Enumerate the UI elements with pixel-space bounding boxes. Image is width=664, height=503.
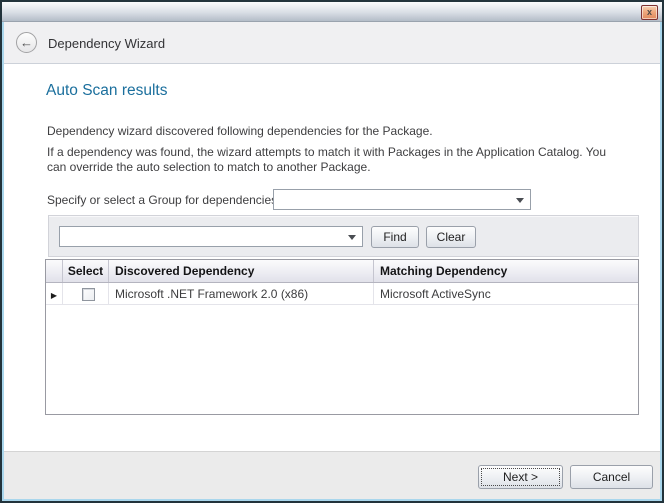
footer-bar: Next > Cancel (4, 451, 660, 499)
description-line-1: Dependency wizard discovered following d… (47, 124, 627, 139)
table-row[interactable]: ▶ Microsoft .NET Framework 2.0 (x86) Mic… (46, 283, 638, 305)
find-button[interactable]: Find (371, 226, 419, 248)
page-title: Auto Scan results (46, 82, 167, 100)
row-selector-icon: ▶ (51, 291, 57, 300)
dropdown-arrow-icon[interactable] (516, 198, 524, 203)
dependencies-table: Select Discovered Dependency Matching De… (45, 259, 639, 415)
row-selector-column-header (46, 260, 63, 282)
clear-button[interactable]: Clear (426, 226, 476, 248)
back-arrow-icon: ← (20, 35, 33, 50)
discovered-dependency-cell[interactable]: Microsoft .NET Framework 2.0 (x86) (109, 283, 374, 304)
search-panel: Find Clear (48, 215, 639, 257)
matching-dependency-cell[interactable]: Microsoft ActiveSync (374, 283, 638, 304)
select-cell (63, 283, 109, 304)
column-header-matching-dependency[interactable]: Matching Dependency (374, 260, 638, 282)
title-bar: x (2, 2, 662, 22)
back-button[interactable]: ← (16, 32, 37, 53)
dependency-checkbox[interactable] (82, 288, 95, 301)
column-header-select[interactable]: Select (63, 260, 109, 282)
group-combobox-label: Specify or select a Group for dependenci… (47, 193, 277, 207)
group-combobox[interactable] (273, 189, 531, 210)
search-combobox[interactable] (59, 226, 363, 247)
column-header-discovered-dependency[interactable]: Discovered Dependency (109, 260, 374, 282)
table-header-row: Select Discovered Dependency Matching De… (46, 260, 638, 283)
wizard-title: Dependency Wizard (48, 36, 165, 51)
dropdown-arrow-icon[interactable] (348, 235, 356, 240)
next-button[interactable]: Next > (478, 465, 563, 489)
dependency-wizard-window: x ← Dependency Wizard Auto Scan results … (0, 0, 664, 503)
wizard-header: ← Dependency Wizard (4, 22, 660, 64)
cancel-button[interactable]: Cancel (570, 465, 653, 489)
description-line-2: If a dependency was found, the wizard at… (47, 145, 627, 175)
row-selector-cell[interactable]: ▶ (46, 283, 63, 304)
close-icon[interactable]: x (641, 5, 658, 20)
